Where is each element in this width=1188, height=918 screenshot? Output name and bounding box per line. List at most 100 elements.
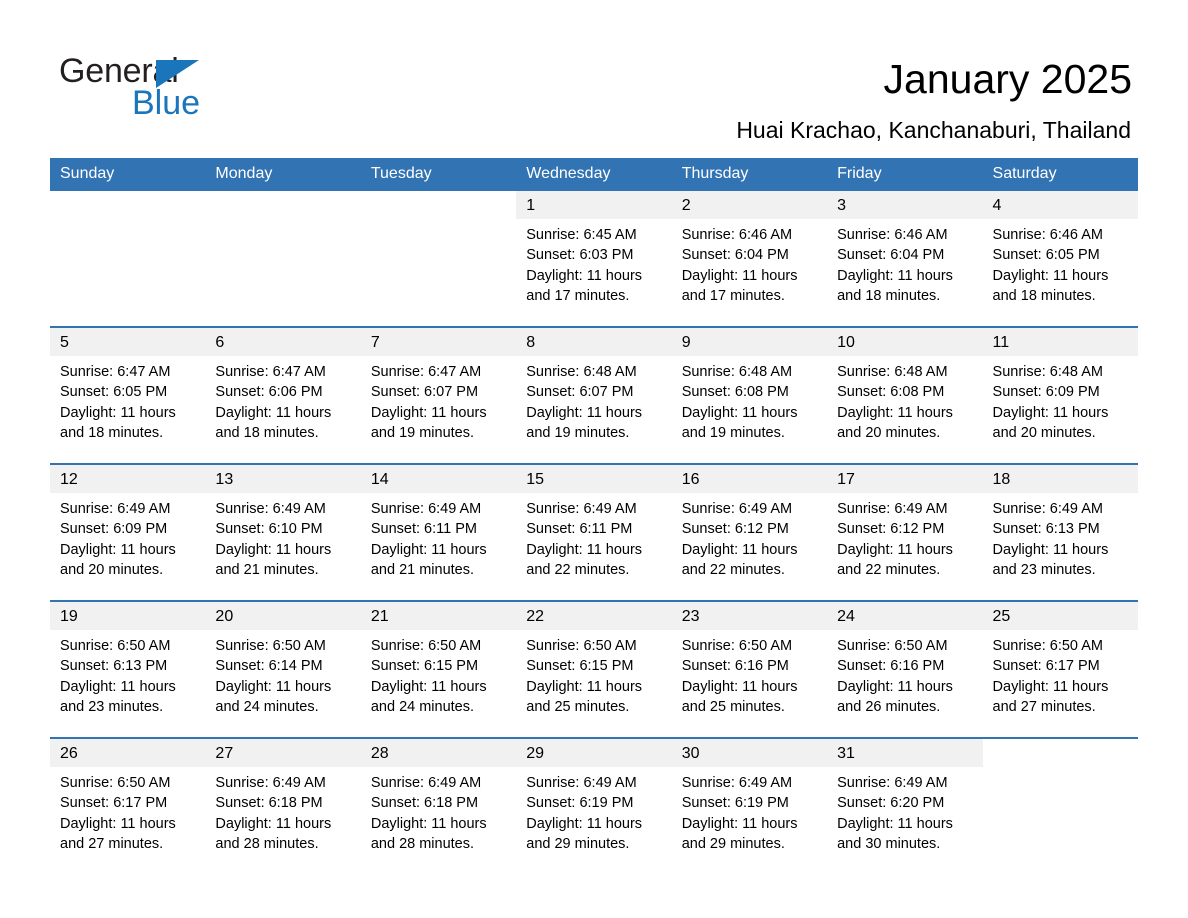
sunset-text: Sunset: 6:07 PM [526,384,634,401]
daylight-text-line1: Daylight: 11 hours [681,267,798,284]
daylight-text-line1: Daylight: 11 hours [60,678,176,695]
day-number[interactable]: 29 [516,739,672,767]
calendar-cell-inner: 9 Sunrise: 6:48 AM Sunset: 6:08 PM Daylight… [671,328,828,463]
sunset-text: Sunset: 6:17 PM [60,795,168,812]
day-details: Sunrise: 6:47 AM Sunset: 6:06 PM Daylight:… [205,356,360,443]
day-number[interactable]: 9 [671,328,828,356]
day-number[interactable]: 10 [827,328,983,356]
day-number[interactable]: 18 [982,465,1138,493]
sunset-text: Sunset: 6:18 PM [215,795,323,812]
day-number[interactable]: 30 [671,739,828,767]
day-number[interactable]: 23 [671,602,828,630]
day-number[interactable]: 16 [671,465,828,493]
sunset-text: Sunset: 6:17 PM [992,658,1100,675]
calendar-day-cell: 9 Sunrise: 6:48 AM Sunset: 6:08 PM Daylight… [671,326,828,464]
calendar-cell-inner: 30 Sunrise: 6:49 AM Sunset: 6:19 PM Dayligh… [671,739,828,874]
day-number[interactable]: 11 [982,328,1138,356]
daylight-text-line1: Daylight: 11 hours [60,541,176,558]
day-details: Sunrise: 6:49 AM Sunset: 6:10 PM Daylight:… [205,493,360,580]
calendar-day-cell: 20 Sunrise: 6:50 AM Sunset: 6:14 PM Dayligh… [205,600,361,738]
day-number[interactable]: 3 [827,191,983,219]
day-details: Sunrise: 6:49 AM Sunset: 6:11 PM Daylight:… [361,493,516,580]
daylight-text-line1: Daylight: 11 hours [526,815,643,832]
day-number[interactable]: 28 [360,739,517,767]
sunrise-text: Sunrise: 6:47 AM [215,364,326,380]
weekday-header-friday: Friday [827,158,983,191]
day-number [983,739,1138,767]
day-number [361,191,516,219]
day-number[interactable]: 31 [827,739,983,767]
day-details: Sunrise: 6:48 AM Sunset: 6:08 PM Daylight:… [672,356,827,443]
calendar-cell-inner [983,739,1138,874]
daylight-text-line2: and 19 minutes. [370,424,475,441]
day-number[interactable]: 6 [205,328,361,356]
calendar-cell-inner: 27 Sunrise: 6:49 AM Sunset: 6:18 PM Dayligh… [205,739,361,874]
calendar-cell-inner: 31 Sunrise: 6:49 AM Sunset: 6:20 PM Dayligh… [827,739,983,874]
day-number[interactable]: 21 [360,602,517,630]
daylight-text-line2: and 19 minutes. [526,424,630,441]
daylight-text-line1: Daylight: 11 hours [215,404,332,421]
day-number[interactable]: 20 [205,602,361,630]
calendar-day-cell: 16 Sunrise: 6:49 AM Sunset: 6:12 PM Dayligh… [671,463,828,601]
sunrise-text: Sunrise: 6:47 AM [60,364,171,380]
day-details: Sunrise: 6:49 AM Sunset: 6:12 PM Daylight:… [672,493,827,580]
day-details: Sunrise: 6:46 AM Sunset: 6:04 PM Daylight:… [672,219,827,306]
calendar-cell-inner: 12 Sunrise: 6:49 AM Sunset: 6:09 PM Dayligh… [50,465,206,600]
daylight-text-line2: and 20 minutes. [837,424,941,441]
calendar-cell-inner: 24 Sunrise: 6:50 AM Sunset: 6:16 PM Dayligh… [827,602,983,737]
sunrise-text: Sunrise: 6:50 AM [60,638,171,654]
day-details: Sunrise: 6:48 AM Sunset: 6:07 PM Daylight:… [516,356,671,443]
daylight-text-line2: and 19 minutes. [681,424,785,441]
day-number[interactable]: 17 [827,465,983,493]
day-number[interactable]: 25 [982,602,1138,630]
sunset-text: Sunset: 6:08 PM [837,384,945,401]
day-number[interactable]: 24 [827,602,983,630]
calendar-cell-inner: 23 Sunrise: 6:50 AM Sunset: 6:16 PM Dayligh… [671,602,828,737]
day-number[interactable]: 26 [50,739,206,767]
day-details: Sunrise: 6:47 AM Sunset: 6:07 PM Daylight:… [361,356,516,443]
calendar-week-row: 5 Sunrise: 6:47 AM Sunset: 6:05 PM Daylight… [50,326,1138,464]
daylight-text-line2: and 24 minutes. [370,698,475,715]
calendar-cell-inner: 5 Sunrise: 6:47 AM Sunset: 6:05 PM Daylight… [50,328,206,463]
sunrise-text: Sunrise: 6:49 AM [60,501,171,517]
daylight-text-line1: Daylight: 11 hours [526,541,643,558]
daylight-text-line2: and 25 minutes. [681,698,785,715]
daylight-text-line2: and 18 minutes. [992,287,1096,304]
day-number[interactable]: 15 [516,465,672,493]
day-number[interactable]: 7 [360,328,517,356]
day-number[interactable]: 13 [205,465,361,493]
daylight-text-line2: and 20 minutes. [60,561,164,578]
calendar-cell-inner: 4 Sunrise: 6:46 AM Sunset: 6:05 PM Daylight… [982,191,1138,326]
day-number[interactable]: 5 [50,328,206,356]
daylight-text-line2: and 28 minutes. [215,835,319,852]
daylight-text-line2: and 18 minutes. [837,287,941,304]
day-number[interactable]: 19 [50,602,206,630]
calendar-cell-inner [205,191,360,326]
daylight-text-line2: and 23 minutes. [60,698,164,715]
day-number[interactable]: 27 [205,739,361,767]
daylight-text-line1: Daylight: 11 hours [681,815,798,832]
day-number[interactable]: 8 [516,328,672,356]
daylight-text-line1: Daylight: 11 hours [992,541,1109,558]
calendar-day-cell: 3 Sunrise: 6:46 AM Sunset: 6:04 PM Daylight… [827,191,983,327]
day-number[interactable]: 2 [671,191,828,219]
calendar-cell-inner: 29 Sunrise: 6:49 AM Sunset: 6:19 PM Dayligh… [516,739,672,874]
sunrise-text: Sunrise: 6:49 AM [215,501,326,517]
daylight-text-line2: and 21 minutes. [215,561,319,578]
sunset-text: Sunset: 6:09 PM [992,384,1100,401]
calendar-day-cell: 14 Sunrise: 6:49 AM Sunset: 6:11 PM Dayligh… [360,463,517,601]
daylight-text-line2: and 20 minutes. [992,424,1096,441]
calendar-cell-inner: 22 Sunrise: 6:50 AM Sunset: 6:15 PM Dayligh… [516,602,672,737]
calendar-day-cell: 12 Sunrise: 6:49 AM Sunset: 6:09 PM Dayligh… [50,463,206,601]
page-title: January 2025 [883,56,1132,102]
sunrise-text: Sunrise: 6:50 AM [681,638,793,654]
day-number[interactable]: 12 [50,465,206,493]
daylight-text-line2: and 30 minutes. [837,835,941,852]
day-number[interactable]: 1 [516,191,672,219]
day-number[interactable]: 4 [982,191,1138,219]
calendar-cell-inner: 28 Sunrise: 6:49 AM Sunset: 6:18 PM Dayligh… [360,739,517,874]
day-number[interactable]: 14 [360,465,517,493]
sunset-text: Sunset: 6:13 PM [992,521,1100,538]
sunrise-text: Sunrise: 6:49 AM [681,775,793,791]
day-number[interactable]: 22 [516,602,672,630]
